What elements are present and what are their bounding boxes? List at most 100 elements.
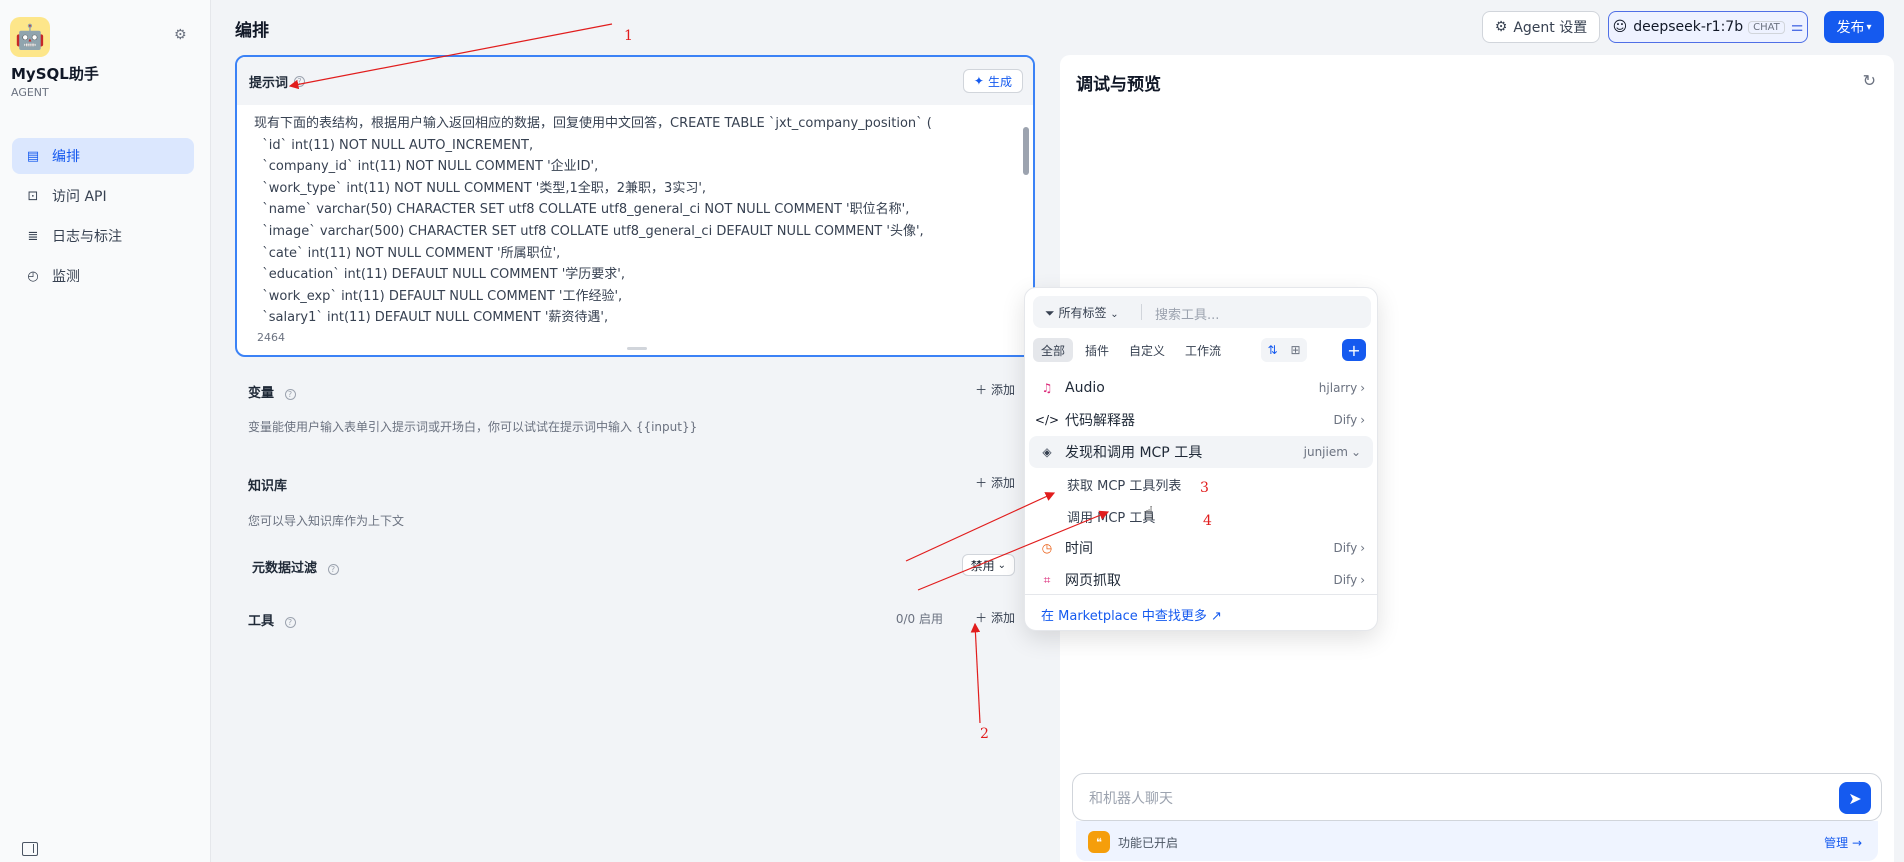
tool-item-label: 代码解释器 xyxy=(1065,413,1135,429)
model-selector-button[interactable]: ☺ deepseek-r1:7b CHAT ⚌ xyxy=(1608,11,1808,43)
prompt-char-count: 2464 xyxy=(257,331,285,344)
model-icon: ☺ xyxy=(1612,19,1628,35)
metadata-filter-select[interactable]: 禁用 ⌄ xyxy=(961,554,1015,576)
tool-item-label: 获取 MCP 工具列表 xyxy=(1067,478,1182,494)
tool-source: junjiem ⌄ xyxy=(1304,445,1361,459)
code-icon: </> xyxy=(1034,413,1060,427)
metadata-filter-label: 元数据过滤 xyxy=(252,561,318,576)
chat-badge: CHAT xyxy=(1748,20,1785,34)
chevron-right-icon: › xyxy=(1360,541,1365,555)
tool-source: hjlarry › xyxy=(1319,381,1365,395)
resize-handle[interactable] xyxy=(627,347,647,350)
tool-source-label: Dify xyxy=(1333,541,1358,555)
feature-icon: ❝ xyxy=(1088,831,1110,853)
tool-item[interactable]: ♫ Audio hjlarry › xyxy=(1025,372,1377,404)
collapse-sidebar-icon[interactable] xyxy=(22,842,38,856)
chevron-right-icon: › xyxy=(1360,381,1365,395)
generate-button[interactable]: ✦ 生成 xyxy=(962,69,1023,93)
add-custom-tool-button[interactable]: + xyxy=(1342,339,1366,361)
sidebar-nav: ▤ 编排 ⊡ 访问 API ≣ 日志与标注 ◴ 监测 xyxy=(12,138,194,298)
variables-title: 变量 ? xyxy=(248,382,296,401)
tool-item[interactable]: ◷ 时间 Dify › xyxy=(1025,532,1377,564)
manage-features-link[interactable]: 管理 → xyxy=(1824,834,1862,851)
tool-tab-3[interactable]: 工作流 xyxy=(1177,338,1229,362)
tool-picker-dropdown: ⏷ 所有标签 ⌄ 搜索工具... 全部 插件 自定义 工作流 ⇅ ⊞ + ♫ Audio… xyxy=(1024,287,1378,631)
annotation-4: 4 xyxy=(1203,513,1212,529)
publish-button[interactable]: 发布 ▾ xyxy=(1824,11,1884,43)
tool-item[interactable]: ◈ 发现和调用 MCP 工具 junjiem ⌄ xyxy=(1029,436,1373,468)
tool-item-label: 网页抓取 xyxy=(1065,573,1121,589)
variables-desc: 变量能使用户输入表单引入提示词或开场白，你可以试试在提示词中输入 {{input… xyxy=(248,420,698,434)
sidebar-item-1[interactable]: ⊡ 访问 API xyxy=(12,178,194,214)
agent-settings-button[interactable]: ⚙ Agent 设置 xyxy=(1482,11,1600,43)
prompt-textarea[interactable]: 现有下面的表结构，根据用户输入返回相应的数据，回复使用中文回答，CREATE T… xyxy=(254,113,1014,329)
variables-title-text: 变量 xyxy=(248,386,275,401)
add-label: 添加 xyxy=(990,611,1015,625)
tool-source: Dify › xyxy=(1333,573,1365,587)
prompt-header: 提示词 ? xyxy=(237,57,1033,105)
prompt-card: 提示词 ? ✦ 生成 现有下面的表结构，根据用户输入返回相应的数据，回复使用中文… xyxy=(235,55,1035,357)
metadata-filter-value: 禁用 xyxy=(970,558,995,573)
tools-title: 工具 ? xyxy=(248,610,296,629)
tool-item-label: Audio xyxy=(1065,380,1105,396)
tool-picker-footer: 在 Marketplace 中查找更多 ↗ xyxy=(1025,594,1377,630)
view-toggle[interactable]: ⇅ ⊞ xyxy=(1261,338,1307,362)
sidebar-item-label: 访问 API xyxy=(52,189,107,205)
marketplace-link[interactable]: 在 Marketplace 中查找更多 ↗ xyxy=(1041,605,1222,624)
tool-item[interactable]: </> 代码解释器 Dify › xyxy=(1025,404,1377,436)
tool-item[interactable]: ⌗ 网页抓取 Dify › xyxy=(1025,564,1377,596)
add-variable-button[interactable]: ＋ 添加 xyxy=(975,381,1015,398)
tool-tab-1[interactable]: 插件 xyxy=(1077,338,1117,362)
annotation-3: 3 xyxy=(1200,480,1209,496)
chevron-down-icon: ⌄ xyxy=(1350,445,1361,459)
generate-label: 生成 xyxy=(987,74,1012,89)
add-label: 添加 xyxy=(990,383,1015,397)
sidebar-item-label: 监测 xyxy=(52,269,80,285)
tool-item-label: 时间 xyxy=(1065,541,1093,557)
chevron-down-icon: ⌄ xyxy=(997,559,1006,571)
tool-tab-0[interactable]: 全部 xyxy=(1033,338,1074,362)
tool-source-label: hjlarry xyxy=(1318,381,1358,395)
sidebar-item-0[interactable]: ▤ 编排 xyxy=(12,138,194,174)
tool-source-label: Dify xyxy=(1333,573,1358,587)
sliders-icon: ⚌ xyxy=(1790,19,1804,35)
model-name: deepseek-r1:7b xyxy=(1633,19,1744,35)
tool-sub-item[interactable]: 调用 MCP 工具 xyxy=(1025,500,1377,532)
monitor-icon: ◴ xyxy=(27,268,39,284)
tool-source: Dify › xyxy=(1333,413,1365,427)
mcp-icon: ◈ xyxy=(1042,445,1052,459)
help-icon: ? xyxy=(284,617,296,628)
chat-input[interactable]: 和机器人聊天 ➤ xyxy=(1072,773,1882,821)
sidebar-item-2[interactable]: ≣ 日志与标注 xyxy=(12,218,194,254)
tool-search-input[interactable]: 搜索工具... xyxy=(1155,304,1219,323)
sort-az-icon[interactable]: ⇅ xyxy=(1261,338,1284,362)
add-knowledge-button[interactable]: ＋ 添加 xyxy=(975,474,1015,491)
tool-tab-2[interactable]: 自定义 xyxy=(1121,338,1173,362)
annotation-1: 1 xyxy=(624,28,633,44)
metadata-filter-title: 元数据过滤 ? xyxy=(252,557,339,576)
gear-icon: ⚙ xyxy=(1494,19,1508,35)
refresh-icon[interactable]: ↻ xyxy=(1863,71,1876,90)
add-tool-button[interactable]: ＋ 添加 xyxy=(975,609,1015,626)
arrow-right-icon: → xyxy=(1851,836,1862,850)
prompt-scrollbar[interactable] xyxy=(1023,127,1029,175)
sidebar-item-label: 日志与标注 xyxy=(52,229,122,245)
agent-settings-label: Agent 设置 xyxy=(1513,20,1588,36)
manage-label: 管理 xyxy=(1824,836,1849,850)
tag-filter[interactable]: ⏷ 所有标签 ⌄ xyxy=(1045,304,1119,321)
chevron-right-icon: › xyxy=(1360,413,1365,427)
sidebar-item-label: 编排 xyxy=(52,149,80,165)
add-label: 添加 xyxy=(990,476,1015,490)
log-icon: ≣ xyxy=(27,228,39,244)
preview-title: 调试与预览 xyxy=(1076,75,1161,95)
send-button[interactable]: ➤ xyxy=(1839,782,1871,814)
feature-status: 功能已开启 xyxy=(1118,836,1179,850)
tool-type-tabs: 全部 插件 自定义 工作流 xyxy=(1033,338,1233,364)
sidebar-item-3[interactable]: ◴ 监测 xyxy=(12,258,194,294)
annotation-2: 2 xyxy=(980,726,989,742)
page-title: 编排 xyxy=(235,21,269,41)
filter-icon: ⏷ xyxy=(1045,306,1055,320)
tree-view-icon[interactable]: ⊞ xyxy=(1284,338,1307,362)
sidebar-settings-icon[interactable]: ⚙ xyxy=(174,27,190,43)
help-icon: ? xyxy=(327,564,339,575)
